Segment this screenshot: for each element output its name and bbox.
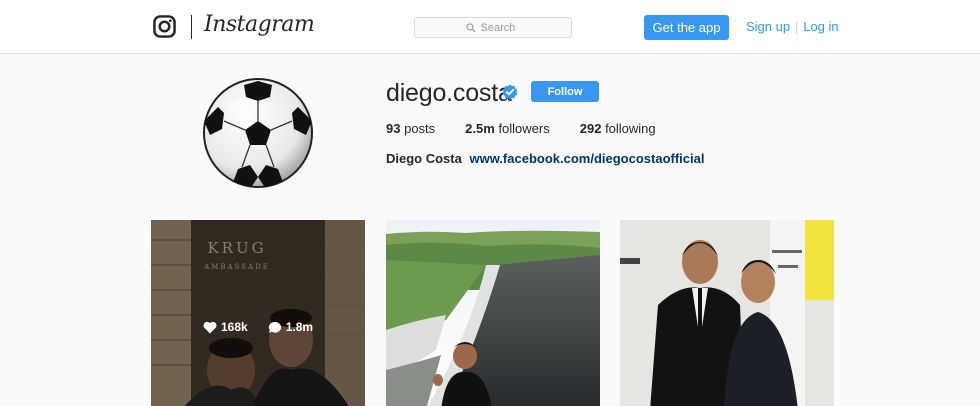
auth-links: Sign up | Log in [746,19,839,34]
following-stat[interactable]: 292 following [580,121,656,136]
following-count: 292 [579,121,602,136]
likes-count-group: 168k [203,320,248,334]
instagram-wordmark[interactable]: Instagram [204,12,315,37]
comment-bubble-icon [268,321,281,333]
verified-badge-icon [502,84,518,100]
instagram-camera-icon[interactable] [153,15,176,38]
post-tile[interactable] [386,220,600,406]
post-image [386,220,600,406]
post-tile[interactable] [620,220,834,406]
posts-count: 93 [386,121,401,136]
post-image: KRUG AMBASSADE [151,220,365,406]
followers-count: 2.5m [465,121,495,136]
search-input[interactable] [480,21,521,34]
followers-stat[interactable]: 2.5m followers [465,121,550,136]
heart-icon [203,321,217,333]
get-the-app-button[interactable]: Get the app [644,15,729,40]
followers-label: followers [498,121,550,136]
nav-divider [191,15,192,39]
auth-separator: | [795,19,799,34]
post-image [620,220,834,406]
profile-full-name: Diego Costa [386,151,462,166]
likes-count: 168k [221,320,248,334]
posts-stat: 93 posts [386,121,435,136]
following-label: following [605,121,656,136]
search-box[interactable] [414,17,572,38]
profile-bio: Diego Costa www.facebook.com/diegocostao… [386,151,704,166]
posts-label: posts [404,121,436,136]
comments-count-group: 1.8m [268,320,313,334]
profile-stats: 93 posts 2.5m followers 292 following [386,121,686,136]
profile-website-link[interactable]: www.facebook.com/diegocostaofficial [469,151,704,166]
search-icon [465,22,475,32]
follow-button[interactable]: Follow [531,81,599,102]
profile-avatar[interactable] [202,77,314,189]
log-in-link[interactable]: Log in [803,19,838,34]
sign-up-link[interactable]: Sign up [746,19,790,34]
top-nav: Instagram Get the app Sign up | Log in [0,0,980,54]
comments-count: 1.8m [285,320,314,334]
profile-username: diego.costa [386,79,512,107]
post-tile[interactable]: KRUG AMBASSADE 168k 1.8m [151,220,365,406]
